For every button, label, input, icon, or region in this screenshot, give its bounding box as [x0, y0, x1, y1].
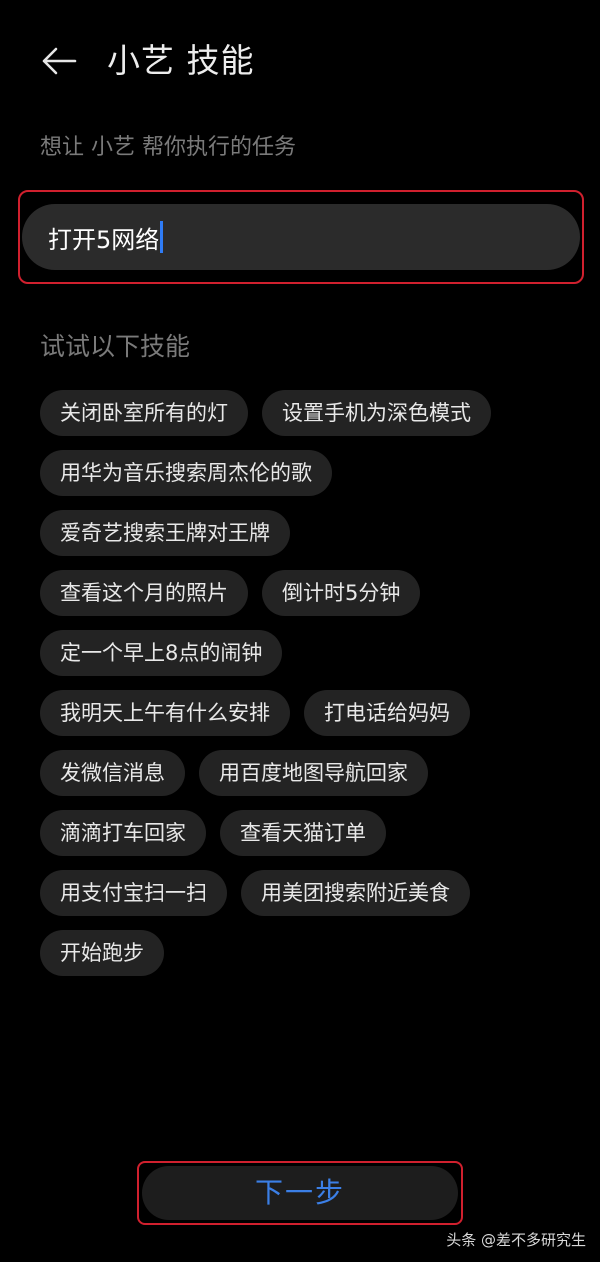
suggestion-chip[interactable]: 用美团搜索附近美食: [241, 870, 470, 916]
suggestion-row: 开始跑步: [40, 930, 570, 976]
suggestion-row: 爱奇艺搜索王牌对王牌: [40, 510, 570, 556]
text-cursor: [160, 221, 164, 253]
task-input-value: 打开5网络: [48, 225, 160, 254]
suggestion-row: 用华为音乐搜索周杰伦的歌: [40, 450, 570, 496]
suggestion-chip[interactable]: 开始跑步: [40, 930, 164, 976]
suggestions-heading: 试试以下技能: [40, 332, 191, 361]
suggestion-row: 发微信消息 用百度地图导航回家: [40, 750, 570, 796]
suggestion-chip[interactable]: 定一个早上8点的闹钟: [40, 630, 283, 676]
suggestion-chip[interactable]: 用华为音乐搜索周杰伦的歌: [40, 450, 332, 496]
suggestion-chip-list: 关闭卧室所有的灯 设置手机为深色模式 用华为音乐搜索周杰伦的歌 爱奇艺搜索王牌对王牌查…: [40, 390, 570, 990]
suggestion-row: 用支付宝扫一扫 用美团搜索附近美食: [40, 870, 570, 916]
suggestion-chip[interactable]: 关闭卧室所有的灯: [40, 390, 248, 436]
suggestion-chip[interactable]: 设置手机为深色模式: [262, 390, 491, 436]
suggestion-row: 查看这个月的照片 倒计时5分钟: [40, 570, 570, 616]
suggestion-chip[interactable]: 我明天上午有什么安排: [40, 690, 290, 736]
suggestion-chip[interactable]: 用百度地图导航回家: [199, 750, 428, 796]
suggestion-chip[interactable]: 倒计时5分钟: [262, 570, 421, 616]
arrow-left-icon: [42, 47, 77, 75]
suggestion-chip[interactable]: 查看天猫订单: [220, 810, 386, 856]
suggestion-row: 我明天上午有什么安排 打电话给妈妈: [40, 690, 570, 736]
suggestion-chip[interactable]: 滴滴打车回家: [40, 810, 206, 856]
suggestion-chip[interactable]: 用支付宝扫一扫: [40, 870, 227, 916]
header: 小艺 技能: [0, 0, 600, 120]
suggestion-chip[interactable]: 打电话给妈妈: [304, 690, 470, 736]
suggestion-chip[interactable]: 爱奇艺搜索王牌对王牌: [40, 510, 290, 556]
back-button[interactable]: [36, 38, 82, 84]
watermark: 头条 @差不多研究生: [446, 1231, 586, 1249]
page-title: 小艺 技能: [107, 41, 255, 80]
suggestion-chip[interactable]: 查看这个月的照片: [40, 570, 248, 616]
task-input[interactable]: 打开5网络: [22, 204, 580, 270]
suggestion-chip[interactable]: 发微信消息: [40, 750, 185, 796]
suggestion-row: 滴滴打车回家 查看天猫订单: [40, 810, 570, 856]
suggestion-row: 关闭卧室所有的灯 设置手机为深色模式: [40, 390, 570, 436]
next-step-button[interactable]: 下一步: [142, 1166, 458, 1220]
suggestion-row: 定一个早上8点的闹钟: [40, 630, 570, 676]
task-label: 想让 小艺 帮你执行的任务: [40, 135, 296, 160]
